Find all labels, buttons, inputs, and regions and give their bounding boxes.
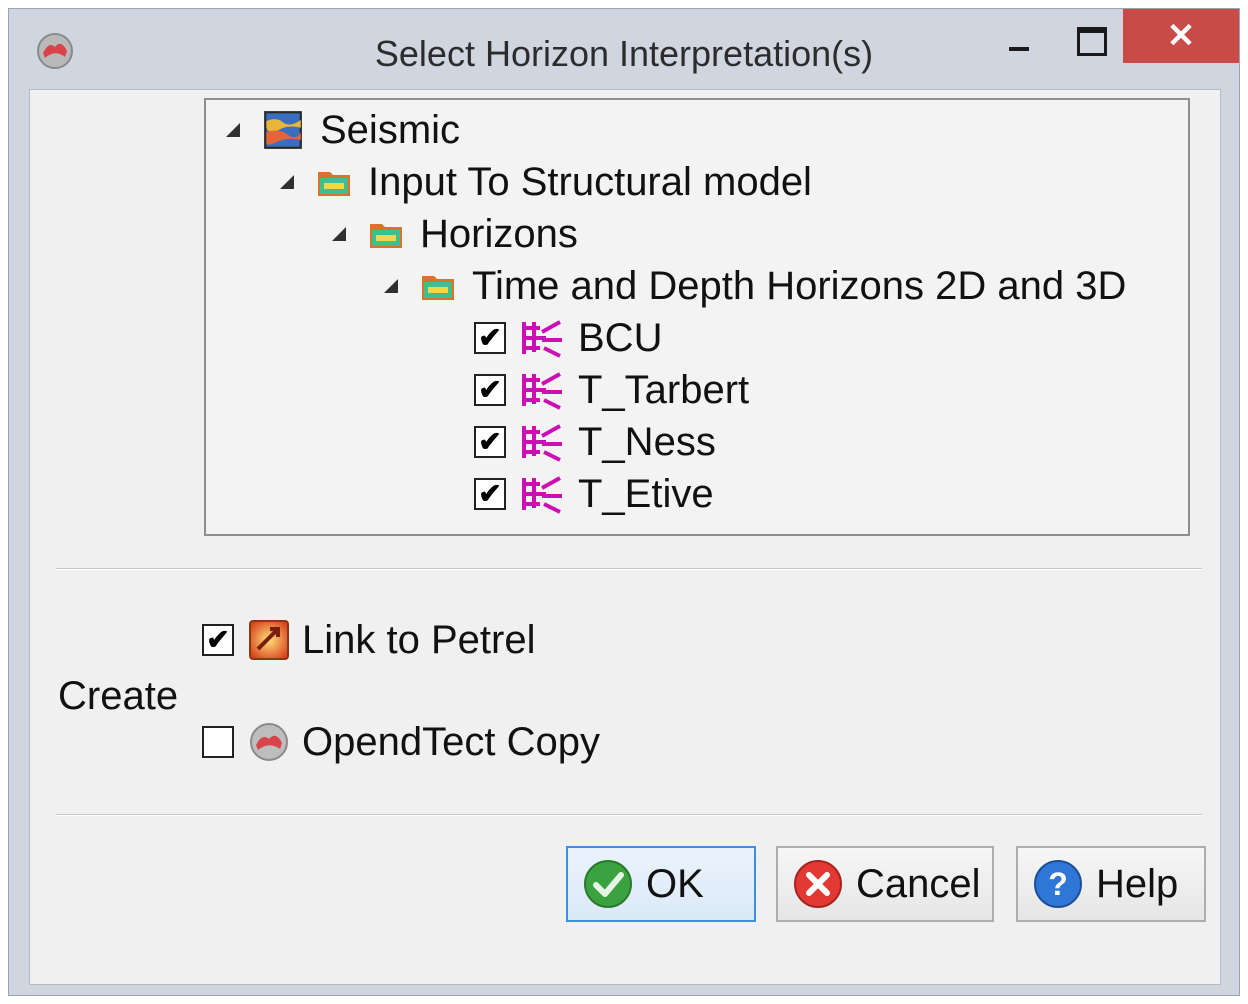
horizon-item-bcu[interactable]: ✔ BCU [474,312,662,364]
dialog-window: Select Horizon Interpretation(s) ✕ Seism… [8,8,1240,996]
close-button[interactable]: ✕ [1123,9,1239,63]
horizon-label: BCU [578,315,663,360]
window-title: Select Horizon Interpretation(s) [374,33,874,74]
title-bar[interactable]: Select Horizon Interpretation(s) ✕ [9,9,1239,89]
link-to-petrel-option[interactable]: ✔ Link to Petrel [202,616,535,664]
minimize-button[interactable] [989,9,1049,63]
dialog-content: Seismic Input To Structural model Horizo… [29,89,1221,985]
maximize-button[interactable] [1059,9,1119,63]
tree-node-label: Seismic [320,107,461,152]
horizon-interpretation-icon [522,476,562,514]
folder-icon [422,276,454,300]
collapse-arrow-icon[interactable] [332,227,346,241]
help-label: Help [1096,861,1179,906]
horizon-checkbox[interactable]: ✔ [474,374,506,406]
help-button[interactable]: ? Help [1016,846,1206,922]
collapse-arrow-icon[interactable] [384,279,398,293]
horizon-label: T_Etive [578,471,714,516]
link-to-petrel-label: Link to Petrel [302,617,536,662]
seismic-cube-icon [264,111,302,149]
horizon-item-t-etive[interactable]: ✔ T_Etive [474,468,714,520]
checkmark-icon [584,860,632,908]
folder-icon [370,224,402,248]
cancel-label: Cancel [856,861,981,906]
tree-node-horizons[interactable]: Horizons [332,208,578,260]
collapse-arrow-icon[interactable] [226,123,240,137]
horizon-interpretation-icon [522,424,562,462]
tree-node-seismic[interactable]: Seismic [226,104,460,156]
link-to-petrel-checkbox[interactable]: ✔ [202,624,234,656]
opendtect-copy-label: OpendTect Copy [302,719,600,764]
opendtect-copy-checkbox[interactable] [202,726,234,758]
cancel-x-icon [794,860,842,908]
tree-node-time-and-depth-horizons[interactable]: Time and Depth Horizons 2D and 3D [384,260,1126,312]
tree-node-label: Input To Structural model [368,159,812,204]
svg-text:?: ? [1048,866,1068,902]
horizon-label: T_Ness [578,419,716,464]
horizon-interpretation-icon [522,320,562,358]
horizon-checkbox[interactable]: ✔ [474,478,506,510]
horizon-interpretation-icon [522,372,562,410]
folder-icon [318,172,350,196]
horizon-item-t-tarbert[interactable]: ✔ T_Tarbert [474,364,749,416]
ok-button[interactable]: OK [566,846,756,922]
horizon-checkbox[interactable]: ✔ [474,426,506,458]
ok-label: OK [646,861,704,906]
horizon-label: T_Tarbert [578,367,750,412]
collapse-arrow-icon[interactable] [280,175,294,189]
opendtect-copy-option[interactable]: OpendTect Copy [202,718,600,766]
cancel-button[interactable]: Cancel [776,846,994,922]
horizon-checkbox[interactable]: ✔ [474,322,506,354]
tree-node-label: Horizons [420,211,578,256]
separator-bottom [56,814,1202,816]
help-question-icon: ? [1034,860,1082,908]
create-label: Create [58,674,179,718]
horizon-item-t-ness[interactable]: ✔ T_Ness [474,416,716,468]
opendtect-icon [250,723,288,761]
tree-node-input-to-structural-model[interactable]: Input To Structural model [280,156,812,208]
separator-top [56,568,1202,570]
petrel-link-icon [249,620,289,660]
tree-node-label: Time and Depth Horizons 2D and 3D [472,263,1127,308]
horizon-tree[interactable]: Seismic Input To Structural model Horizo… [204,98,1190,536]
